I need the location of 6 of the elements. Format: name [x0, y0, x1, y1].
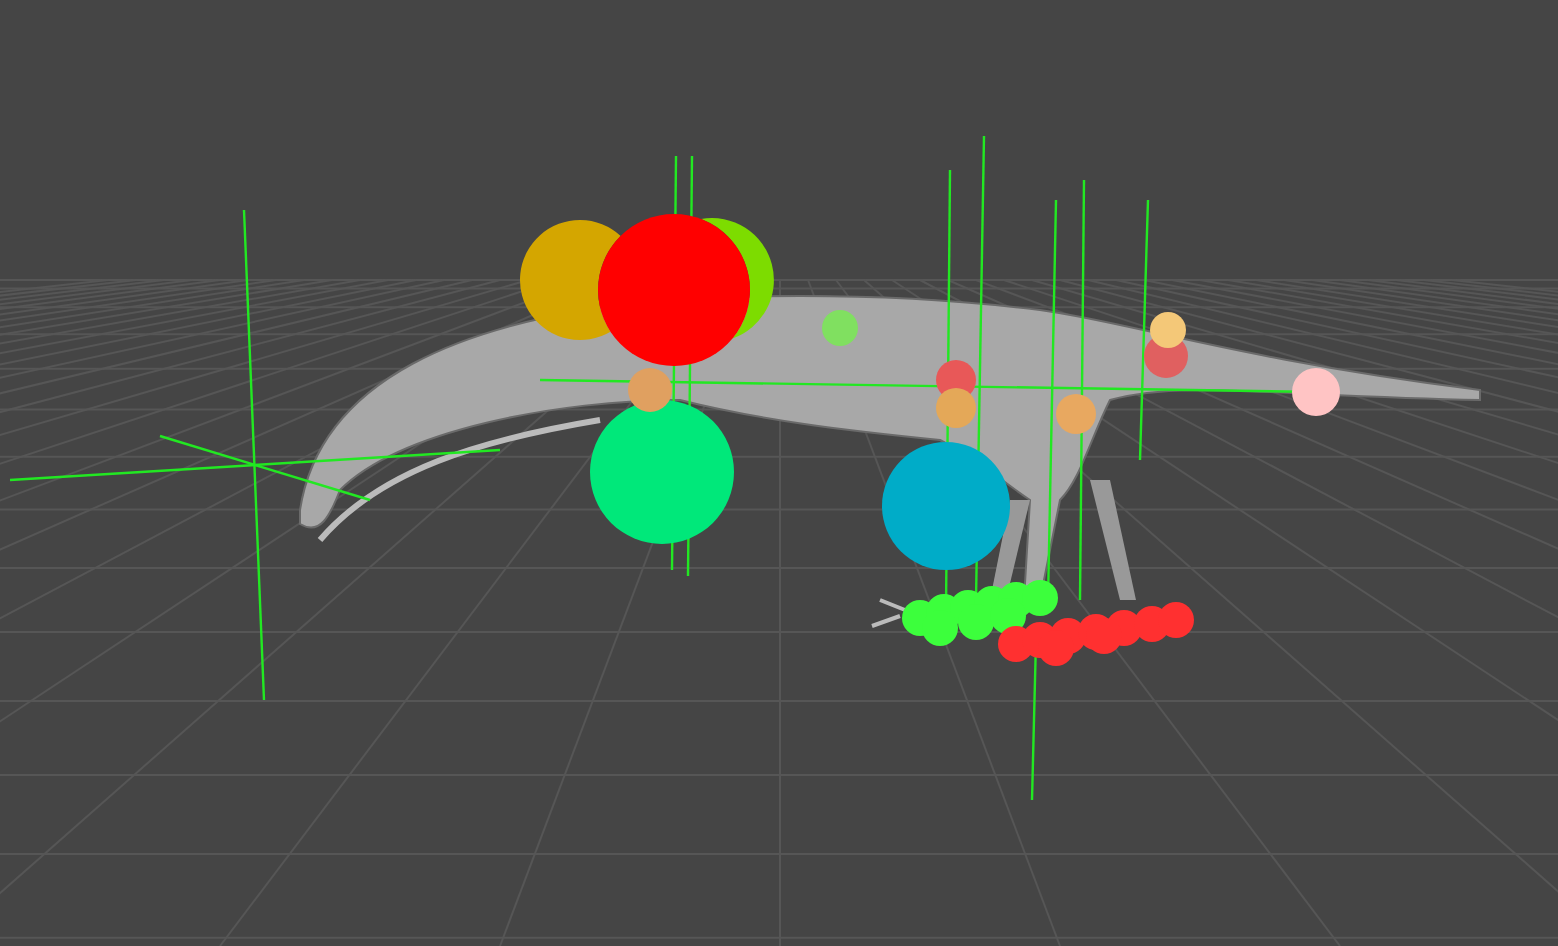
control-sphere[interactable]	[590, 400, 734, 544]
foot-control-cluster[interactable]	[998, 602, 1194, 666]
control-sphere[interactable]	[1150, 312, 1186, 348]
control-sphere[interactable]	[1292, 368, 1340, 416]
control-sphere[interactable]	[598, 214, 750, 366]
control-sphere[interactable]	[882, 442, 1010, 570]
